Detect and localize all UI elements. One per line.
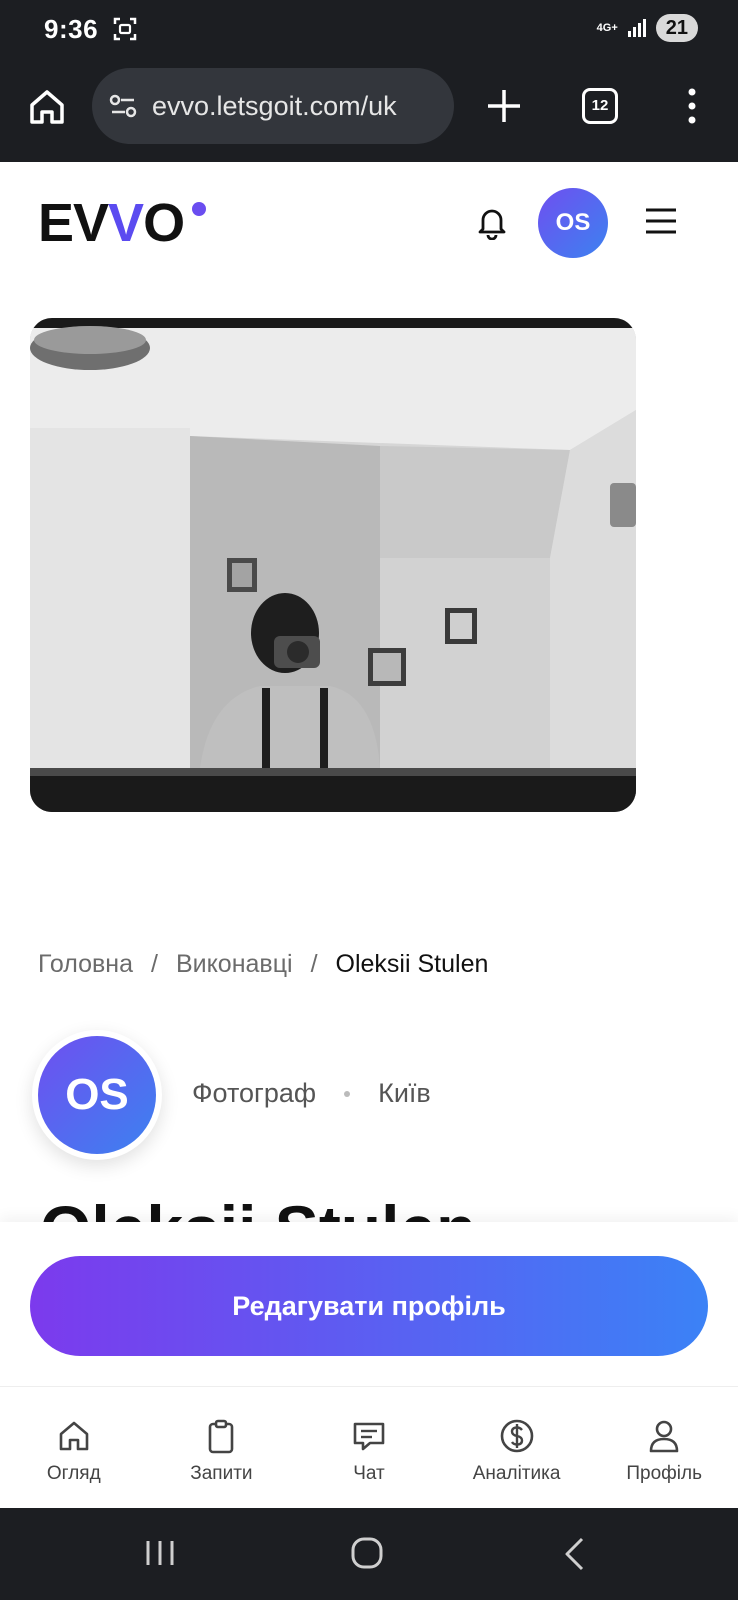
cover-photo	[30, 318, 636, 812]
nav-label: Чат	[353, 1463, 385, 1484]
system-home-icon[interactable]	[350, 1536, 384, 1570]
breadcrumb-current: Oleksii Stulen	[335, 950, 489, 978]
dollar-icon	[500, 1419, 533, 1453]
bottom-navigation: Огляд Запити Чат Аналітика Профіль	[0, 1386, 738, 1508]
status-bar: 9:36 4G+ 21	[0, 0, 738, 58]
status-time: 9:36	[44, 14, 99, 44]
breadcrumb-section-link[interactable]: Виконавці	[176, 950, 293, 979]
new-tab-icon[interactable]	[484, 86, 524, 126]
url-text: evvo.letsgoit.com/uk	[152, 90, 397, 121]
nav-item-chat[interactable]: Чат	[295, 1387, 443, 1508]
browser-home-icon[interactable]	[26, 86, 68, 128]
breadcrumb-separator: /	[150, 950, 158, 978]
screenshot-icon	[113, 17, 137, 41]
recent-apps-icon[interactable]	[144, 1538, 176, 1568]
nav-item-analytics[interactable]: Аналітика	[443, 1387, 591, 1508]
system-navigation-bar	[0, 1508, 738, 1600]
nav-item-overview[interactable]: Огляд	[0, 1387, 148, 1508]
logo-dot	[192, 202, 206, 216]
evvo-logo[interactable]: EVVO	[38, 192, 185, 254]
breadcrumb: Головна / Виконавці / Oleksii Stulen	[38, 950, 488, 979]
profile-avatar-initials: OS	[38, 1036, 156, 1154]
breadcrumb-home-link[interactable]: Головна	[38, 950, 133, 979]
home-icon	[59, 1421, 89, 1451]
user-icon	[649, 1420, 679, 1453]
profile-avatar: OS	[32, 1030, 162, 1160]
browser-toolbar: evvo.letsgoit.com/uk 12	[0, 58, 738, 162]
signal-icon	[627, 19, 646, 37]
bell-icon[interactable]	[474, 204, 510, 240]
nav-label: Профіль	[626, 1463, 702, 1484]
profile-role: Фотограф	[192, 1078, 317, 1108]
profile-city: Київ	[378, 1078, 431, 1108]
site-settings-icon[interactable]	[108, 91, 138, 121]
sticky-action-bar: Редагувати профіль	[0, 1222, 738, 1386]
battery-indicator: 21	[655, 14, 698, 42]
network-type: 4G+	[596, 21, 618, 34]
back-icon[interactable]	[562, 1536, 586, 1572]
status-indicators: 4G+ 21	[597, 14, 698, 42]
nav-item-requests[interactable]: Запити	[148, 1387, 296, 1508]
site-header: EVVO OS	[0, 162, 738, 282]
nav-label: Запити	[190, 1463, 253, 1484]
clipboard-icon	[209, 1419, 234, 1454]
user-avatar[interactable]: OS	[538, 188, 608, 258]
meta-separator-dot	[344, 1090, 351, 1097]
breadcrumb-separator: /	[310, 950, 318, 978]
cover-photo-image	[30, 318, 636, 812]
edit-profile-button[interactable]: Редагувати профіль	[30, 1256, 708, 1356]
hamburger-menu-icon[interactable]	[644, 206, 678, 236]
nav-label: Аналітика	[472, 1463, 561, 1484]
nav-label: Огляд	[46, 1463, 101, 1484]
more-menu-icon[interactable]	[680, 86, 704, 126]
nav-item-profile[interactable]: Профіль	[590, 1387, 738, 1508]
tab-switcher-button[interactable]: 12	[582, 88, 618, 124]
chat-icon	[353, 1422, 385, 1451]
profile-meta: Фотограф Київ	[192, 1078, 431, 1109]
address-bar[interactable]: evvo.letsgoit.com/uk	[92, 68, 454, 144]
